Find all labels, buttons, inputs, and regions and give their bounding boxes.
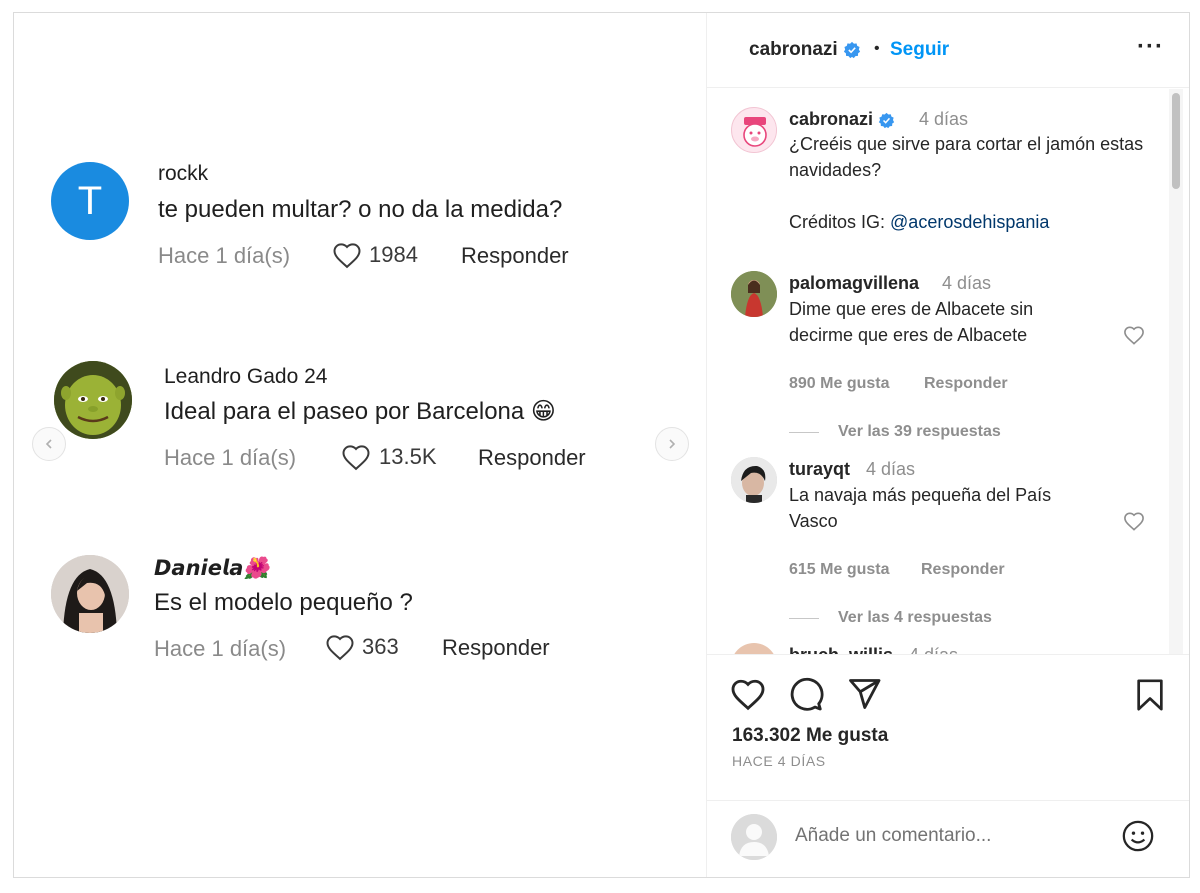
caption-username[interactable]: cabronazi bbox=[789, 109, 895, 130]
heart-icon bbox=[342, 445, 370, 471]
caption-time[interactable]: 4 días bbox=[919, 109, 968, 130]
avatar[interactable] bbox=[731, 107, 777, 153]
caption-text: ¿Creéis que sirve para cortar el jamón e… bbox=[789, 134, 1144, 180]
media-comment-likes: 13.5K bbox=[379, 444, 437, 469]
like-heart-icon[interactable] bbox=[730, 677, 766, 711]
media-comment-text: te pueden multar? o no da la medida? bbox=[158, 196, 563, 223]
avatar bbox=[54, 361, 132, 439]
chevron-left-icon bbox=[45, 439, 52, 449]
save-bookmark-icon[interactable] bbox=[1135, 678, 1165, 712]
comment-reply-button[interactable]: Responder bbox=[921, 561, 1005, 579]
post-modal: T rockk te pueden multar? o no da la med… bbox=[13, 12, 1190, 878]
caption-credits: Créditos IG: @acerosdehispania bbox=[789, 212, 1050, 232]
avatar[interactable] bbox=[731, 643, 777, 654]
like-comment-heart-icon[interactable] bbox=[1123, 511, 1145, 531]
post-sidebar: cabronazi • Seguir ··· cabronazi 4 días … bbox=[706, 13, 1189, 877]
media-comment-time: Hace 1 día(s) bbox=[164, 445, 297, 470]
avatar bbox=[51, 555, 129, 633]
media-comment-time: Hace 1 día(s) bbox=[154, 636, 287, 661]
comment-likes[interactable]: 615 Me gusta bbox=[789, 561, 889, 579]
comment-username[interactable]: bruch_willis bbox=[789, 645, 893, 654]
media-comment-reply: Responder bbox=[478, 445, 586, 470]
comment-text: La navaja más pequeña del País Vasco bbox=[789, 485, 1052, 531]
comments-list[interactable]: cabronazi 4 días ¿Creéis que sirve para … bbox=[707, 89, 1189, 654]
mention-link[interactable]: @acerosdehispania bbox=[890, 212, 1049, 232]
avatar-letter: T bbox=[77, 178, 103, 223]
avatar: T bbox=[51, 162, 129, 240]
comment-time[interactable]: 4 días bbox=[942, 273, 991, 294]
add-comment-row bbox=[707, 800, 1189, 877]
chevron-right-icon bbox=[669, 439, 676, 449]
person-photo-icon bbox=[731, 457, 777, 503]
divider bbox=[789, 432, 819, 433]
scrollbar-thumb[interactable] bbox=[1172, 93, 1180, 189]
comment-time[interactable]: 4 días bbox=[909, 645, 958, 654]
header-separator: • bbox=[874, 40, 880, 57]
divider bbox=[789, 618, 819, 619]
media-comment-time: Hace 1 día(s) bbox=[158, 243, 291, 268]
add-comment-input[interactable] bbox=[795, 825, 1115, 847]
post-timestamp[interactable]: HACE 4 DÍAS bbox=[732, 753, 826, 769]
verified-badge-icon bbox=[878, 112, 895, 128]
heart-icon bbox=[333, 243, 361, 269]
post-header: cabronazi • Seguir ··· bbox=[707, 13, 1189, 88]
comment-likes[interactable]: 890 Me gusta bbox=[789, 375, 889, 393]
media-comment-likes: 363 bbox=[362, 634, 399, 659]
emoji-icon[interactable] bbox=[1121, 819, 1155, 853]
follow-button[interactable]: Seguir bbox=[890, 39, 949, 61]
avatar[interactable] bbox=[731, 457, 777, 503]
post-media: T rockk te pueden multar? o no da la med… bbox=[14, 13, 706, 877]
media-comment-likes: 1984 bbox=[369, 242, 418, 267]
next-button[interactable] bbox=[655, 427, 689, 461]
scrollbar[interactable] bbox=[1169, 89, 1183, 654]
media-comment-reply: Responder bbox=[442, 635, 550, 660]
media-comment-user: 𝘿𝙖𝙣𝙞𝙚𝙡𝙖🌺 bbox=[154, 557, 270, 580]
avatar[interactable] bbox=[731, 271, 777, 317]
header-username[interactable]: cabronazi bbox=[749, 39, 861, 61]
person-photo-icon bbox=[731, 271, 777, 317]
media-comment-user: rockk bbox=[158, 162, 209, 185]
comment-bubble-icon[interactable] bbox=[788, 676, 824, 712]
media-comment-text: Ideal para el paseo por Barcelona 😁 bbox=[164, 398, 556, 425]
shrek-avatar-icon bbox=[54, 361, 132, 439]
like-comment-heart-icon[interactable] bbox=[1123, 325, 1145, 345]
comment-time[interactable]: 4 días bbox=[866, 459, 915, 480]
likes-count[interactable]: 163.302 Me gusta bbox=[732, 725, 888, 747]
view-replies-button[interactable]: Ver las 4 respuestas bbox=[838, 609, 992, 627]
share-paper-plane-icon[interactable] bbox=[846, 676, 882, 712]
comment-reply-button[interactable]: Responder bbox=[924, 375, 1008, 393]
view-replies-button[interactable]: Ver las 39 respuestas bbox=[838, 423, 1001, 441]
media-comment-user: Leandro Gado 24 bbox=[164, 365, 328, 388]
avatar bbox=[731, 814, 777, 860]
person-photo-icon bbox=[51, 555, 129, 633]
more-options-icon[interactable]: ··· bbox=[1137, 33, 1164, 61]
verified-badge-icon bbox=[843, 41, 861, 59]
comment-username[interactable]: palomagvillena bbox=[789, 273, 919, 294]
pig-avatar-icon bbox=[733, 109, 776, 152]
default-user-icon bbox=[731, 814, 777, 860]
comment-username[interactable]: turayqt bbox=[789, 459, 850, 480]
previous-button[interactable] bbox=[32, 427, 66, 461]
media-comment-text: Es el modelo pequeño ? bbox=[154, 589, 413, 616]
heart-icon bbox=[326, 635, 354, 661]
media-comment-reply: Responder bbox=[461, 243, 569, 268]
comment-text: Dime que eres de Albacete sin decirme qu… bbox=[789, 299, 1034, 345]
post-actions: 163.302 Me gusta HACE 4 DÍAS bbox=[707, 654, 1189, 877]
